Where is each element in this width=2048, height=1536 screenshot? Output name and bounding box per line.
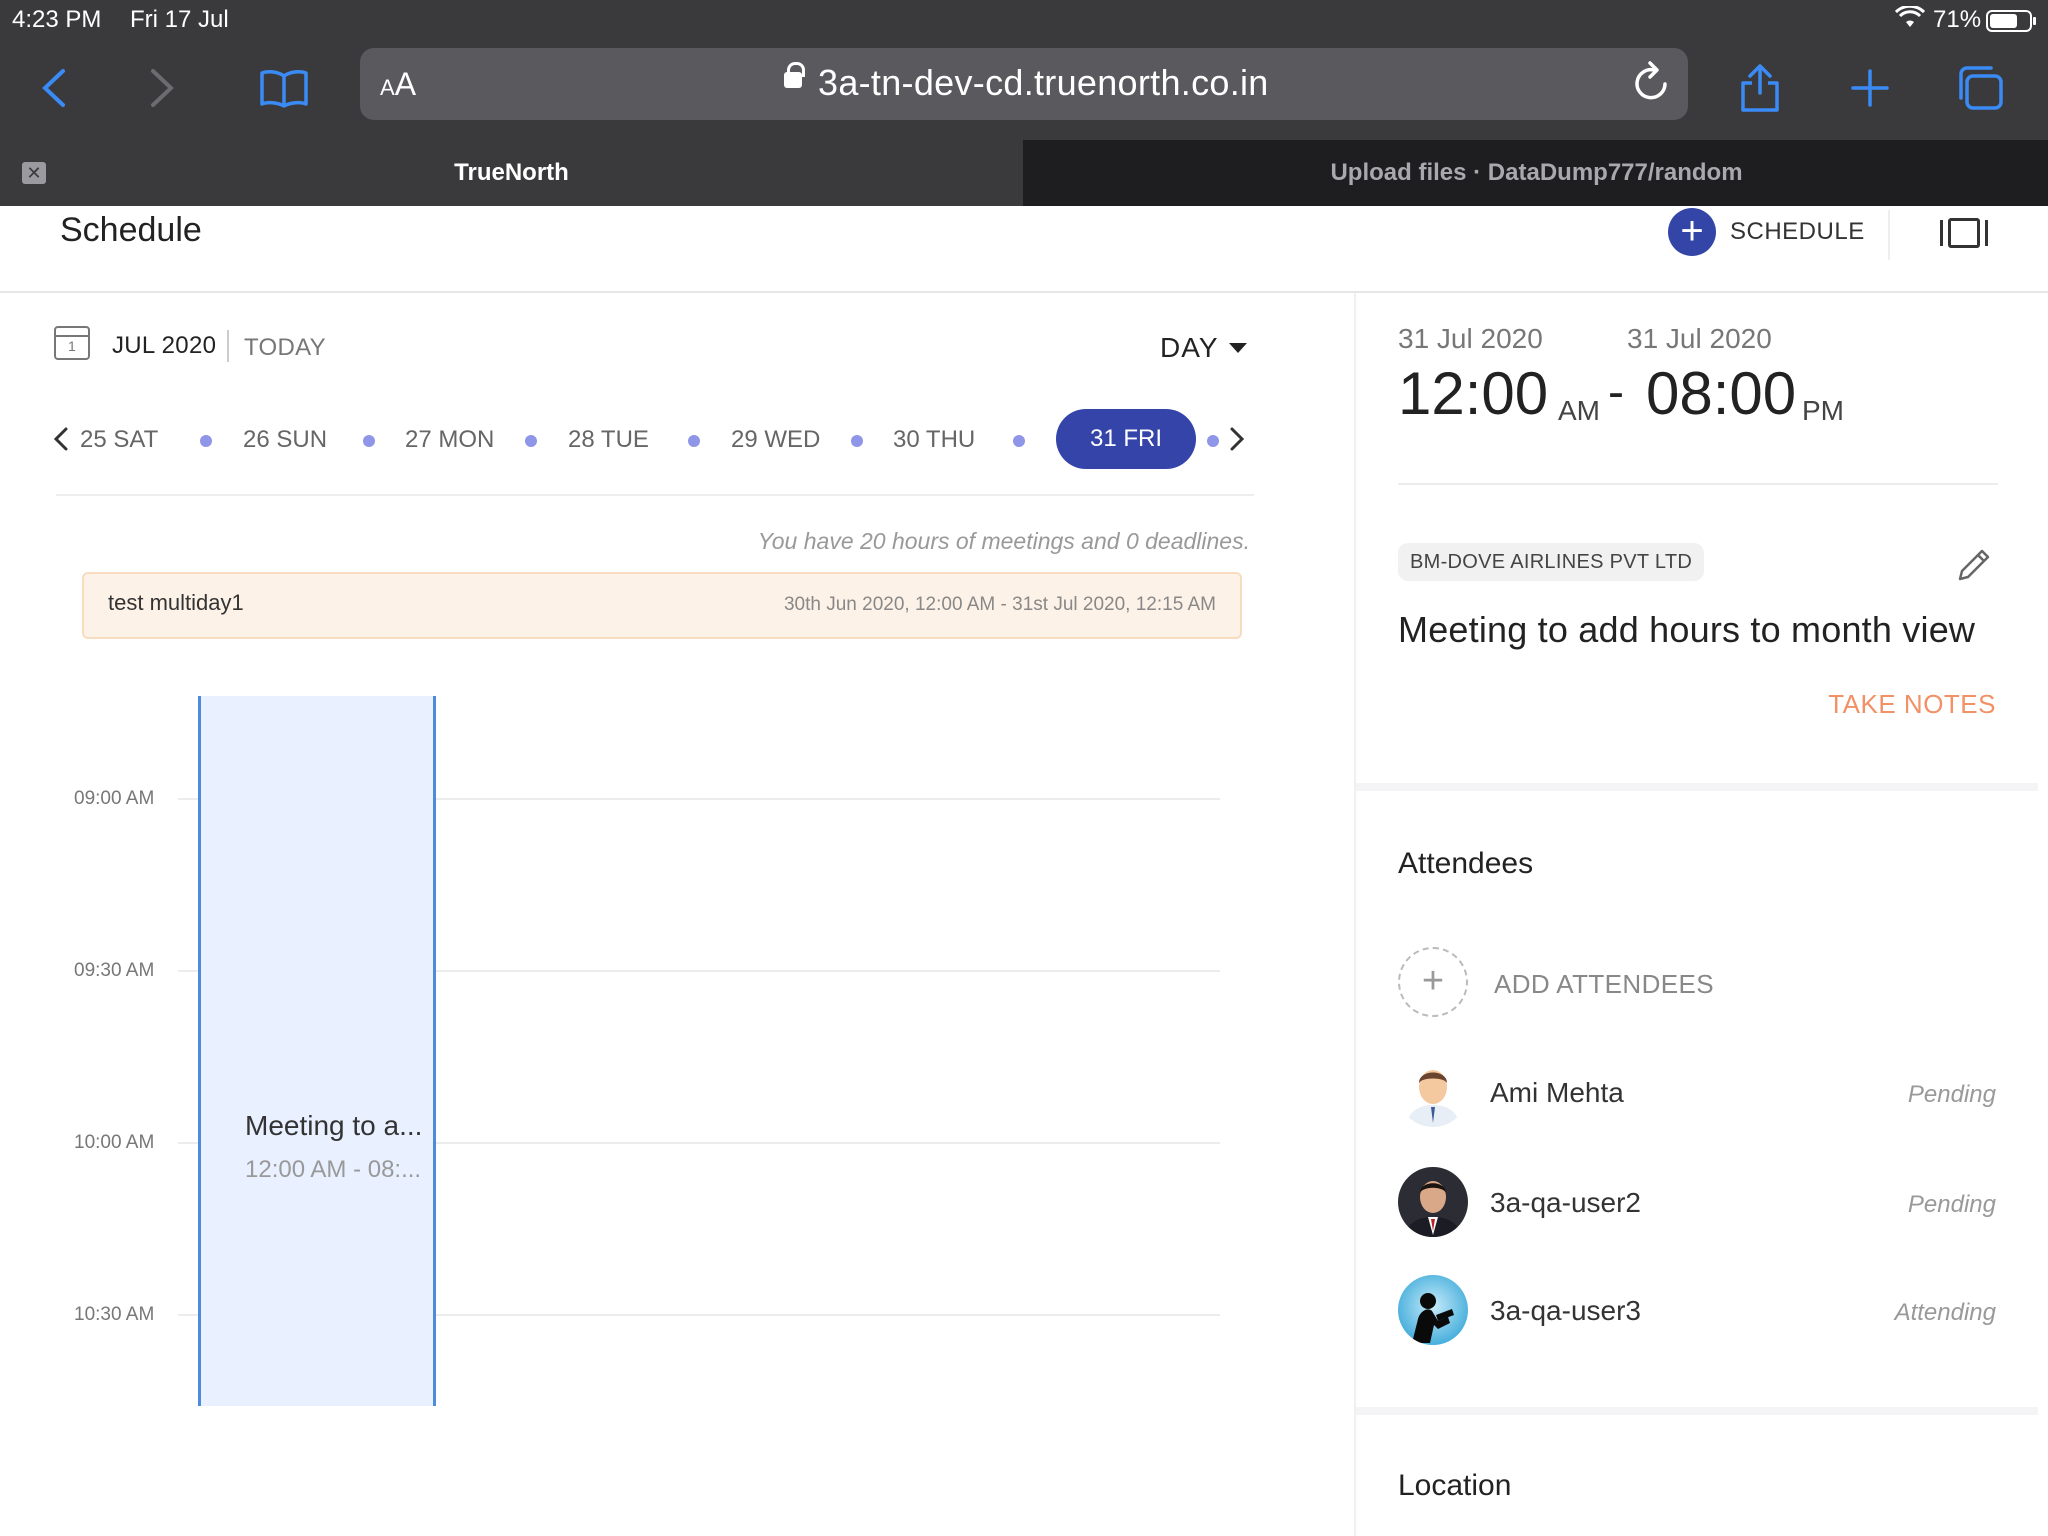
- location-heading: Location: [1398, 1469, 1512, 1502]
- time-slot-label: 10:30 AM: [74, 1304, 155, 1325]
- avatar: [1398, 1167, 1468, 1237]
- all-day-event-title: test multiday1: [108, 590, 244, 615]
- prev-days-icon[interactable]: [52, 424, 70, 463]
- attendee-name: Ami Mehta: [1490, 1077, 1624, 1108]
- tabs-overview-icon[interactable]: [1950, 58, 2010, 118]
- avatar: [1398, 1057, 1468, 1127]
- back-icon[interactable]: [24, 58, 84, 118]
- calendar-event-block[interactable]: Meeting to a... 12:00 AM - 08:...: [198, 696, 436, 1406]
- day-dot: [1013, 435, 1025, 447]
- add-schedule-button[interactable]: + SCHEDULE: [1668, 206, 1865, 258]
- divider: [227, 330, 229, 362]
- wifi-icon: [1894, 4, 1926, 37]
- add-attendee-icon[interactable]: +: [1398, 947, 1468, 1017]
- view-mode-dropdown[interactable]: DAY: [1160, 332, 1247, 364]
- start-time: 12:00: [1398, 360, 1549, 427]
- panel-toggle-icon[interactable]: [1940, 218, 1988, 248]
- schedule-button-label: SCHEDULE: [1730, 218, 1865, 245]
- battery-percent: 71%: [1933, 6, 1982, 33]
- time-separator: -: [1608, 366, 1624, 419]
- all-day-event-dates: 30th Jun 2020, 12:00 AM - 31st Jul 2020,…: [783, 594, 1216, 615]
- tab-truenorth[interactable]: ✕ TrueNorth: [0, 140, 1023, 206]
- start-date: 31 Jul 2020: [1398, 323, 1543, 354]
- section-separator: [1356, 783, 2038, 791]
- event-detail-panel: 31 Jul 2020 31 Jul 2020 12:00 AM - 08:00…: [1354, 293, 2048, 1536]
- day-dot: [200, 435, 212, 447]
- day-dot: [525, 435, 537, 447]
- day-item[interactable]: 29 WED: [731, 426, 820, 454]
- day-dot: [363, 435, 375, 447]
- month-label[interactable]: JUL 2020: [112, 332, 216, 360]
- organization-chip[interactable]: BM-DOVE AIRLINES PVT LTD: [1398, 543, 1705, 581]
- day-item[interactable]: 25 SAT: [80, 426, 158, 454]
- end-date: 31 Jul 2020: [1627, 323, 1772, 354]
- meetings-summary: You have 20 hours of meetings and 0 dead…: [757, 528, 1250, 554]
- battery-icon: [1986, 10, 2036, 32]
- share-icon[interactable]: [1730, 58, 1790, 118]
- event-time: 12:00 AM - 08:...: [245, 1156, 422, 1183]
- attendee-status: Pending: [1907, 1081, 1996, 1108]
- time-slot-label: 09:30 AM: [74, 960, 155, 981]
- plus-icon: +: [1668, 208, 1716, 256]
- day-item-selected[interactable]: 31 FRI: [1056, 409, 1196, 469]
- attendee-status: Pending: [1907, 1191, 1996, 1218]
- divider: [56, 494, 1254, 496]
- attendee-status: Attending: [1894, 1299, 1996, 1326]
- day-dot: [851, 435, 863, 447]
- avatar: [1398, 1275, 1468, 1345]
- day-item[interactable]: 28 TUE: [568, 426, 649, 454]
- attendee-name: 3a-qa-user3: [1490, 1295, 1641, 1326]
- browser-toolbar: AA 3a-tn-dev-cd.truenorth.co.in: [0, 40, 2048, 140]
- event-title: Meeting to a...: [245, 1110, 423, 1141]
- add-attendees-button[interactable]: ADD ATTENDEES: [1494, 969, 1714, 1000]
- caret-down-icon: [1228, 343, 1247, 353]
- tab-title: TrueNorth: [454, 159, 569, 186]
- browser-tabs: ✕ TrueNorth Upload files · DataDump777/r…: [0, 140, 2048, 206]
- today-button[interactable]: TODAY: [244, 334, 326, 362]
- tab-upload-files[interactable]: Upload files · DataDump777/random: [1025, 140, 2048, 206]
- address-bar[interactable]: AA 3a-tn-dev-cd.truenorth.co.in: [360, 48, 1688, 120]
- divider: [1398, 483, 1998, 485]
- end-ampm: PM: [1802, 395, 1844, 426]
- calendar-icon[interactable]: 1: [54, 326, 90, 360]
- close-tab-icon[interactable]: ✕: [22, 162, 46, 184]
- day-item[interactable]: 30 THU: [893, 426, 975, 454]
- edit-pencil-icon[interactable]: [1954, 545, 1994, 585]
- status-bar: 4:23 PM Fri 17 Jul 71%: [0, 0, 2048, 40]
- day-item[interactable]: 27 MON: [405, 426, 494, 454]
- attendee-name: 3a-qa-user2: [1490, 1187, 1641, 1218]
- status-time: 4:23 PM: [12, 6, 102, 33]
- new-tab-icon[interactable]: [1840, 58, 1900, 118]
- end-time: 08:00: [1646, 360, 1797, 427]
- reload-icon[interactable]: [1632, 60, 1672, 114]
- reader-settings-button[interactable]: AA: [380, 66, 416, 103]
- take-notes-button[interactable]: TAKE NOTES: [1828, 689, 1996, 720]
- next-days-icon[interactable]: [1228, 424, 1246, 463]
- header-divider: [1888, 210, 1890, 260]
- start-ampm: AM: [1558, 395, 1600, 426]
- time-slot-label: 09:00 AM: [74, 788, 155, 809]
- day-item[interactable]: 26 SUN: [243, 426, 327, 454]
- status-date: Fri 17 Jul: [130, 6, 229, 33]
- url-text[interactable]: 3a-tn-dev-cd.truenorth.co.in: [818, 62, 1269, 104]
- tab-title: Upload files · DataDump777/random: [1330, 159, 1743, 186]
- attendees-heading: Attendees: [1398, 847, 1534, 880]
- section-separator: [1356, 1407, 2038, 1415]
- all-day-event[interactable]: test multiday1 30th Jun 2020, 12:00 AM -…: [82, 572, 1242, 639]
- lock-icon: [784, 62, 805, 88]
- day-dot: [1207, 435, 1219, 447]
- day-dot: [688, 435, 700, 447]
- page-title: Schedule: [60, 211, 202, 249]
- page-header: Schedule + SCHEDULE: [0, 206, 2048, 293]
- forward-icon[interactable]: [132, 58, 192, 118]
- bookmarks-icon[interactable]: [254, 58, 314, 118]
- meeting-title: Meeting to add hours to month view: [1398, 609, 1976, 650]
- time-slot-label: 10:00 AM: [74, 1132, 155, 1153]
